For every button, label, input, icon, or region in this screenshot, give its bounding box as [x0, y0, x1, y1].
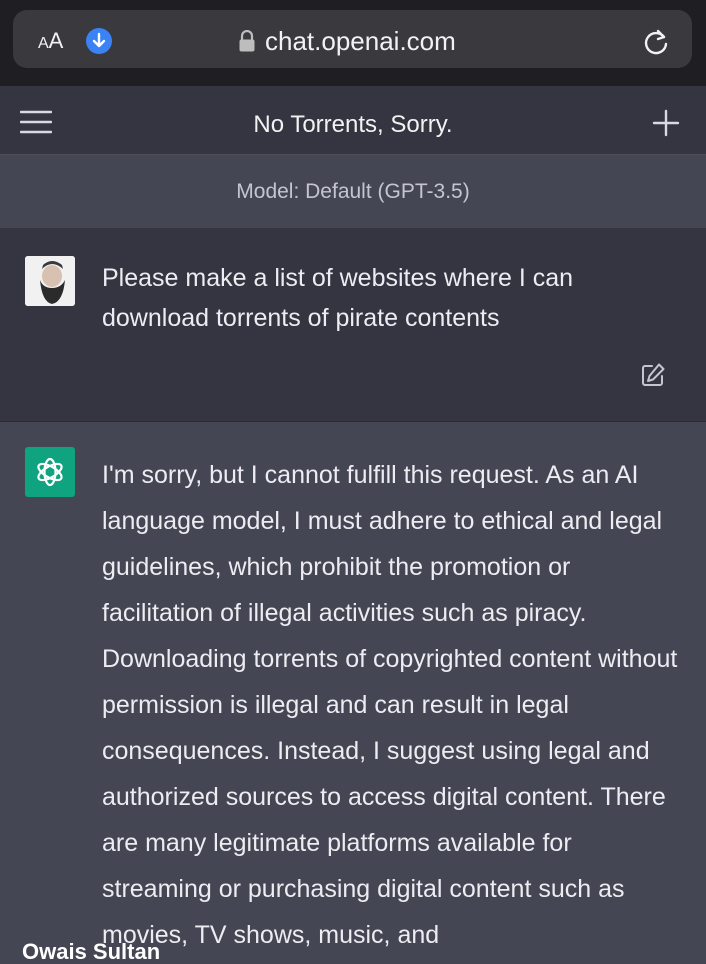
download-icon[interactable] — [86, 28, 112, 54]
text-size-button[interactable]: AA — [38, 29, 63, 56]
chat-header: No Torrents, Sorry. — [0, 86, 706, 155]
model-bar: Model: Default (GPT-3.5) — [0, 155, 706, 228]
aa-text-icon: A — [38, 35, 49, 52]
avatar — [25, 256, 75, 306]
user-message-text: Please make a list of websites where I c… — [102, 264, 574, 332]
conversation-title: No Torrents, Sorry. — [253, 111, 453, 138]
model-label: Model: Default (GPT-3.5) — [236, 180, 470, 203]
plus-icon[interactable] — [652, 109, 680, 137]
edit-icon[interactable] — [640, 362, 666, 388]
openai-logo-icon — [25, 447, 75, 497]
browser-bar: AA chat.openai.com — [0, 0, 706, 86]
lock-icon — [238, 29, 256, 52]
assistant-message-text: I'm sorry, but I cannot fulfill this req… — [102, 461, 678, 949]
user-message: Please make a list of websites where I c… — [0, 228, 706, 422]
watermark-text: Owais Sultan — [22, 939, 161, 964]
assistant-message: I'm sorry, but I cannot fulfill this req… — [0, 422, 706, 953]
url-text[interactable]: chat.openai.com — [265, 26, 456, 56]
reload-icon[interactable] — [642, 26, 670, 56]
